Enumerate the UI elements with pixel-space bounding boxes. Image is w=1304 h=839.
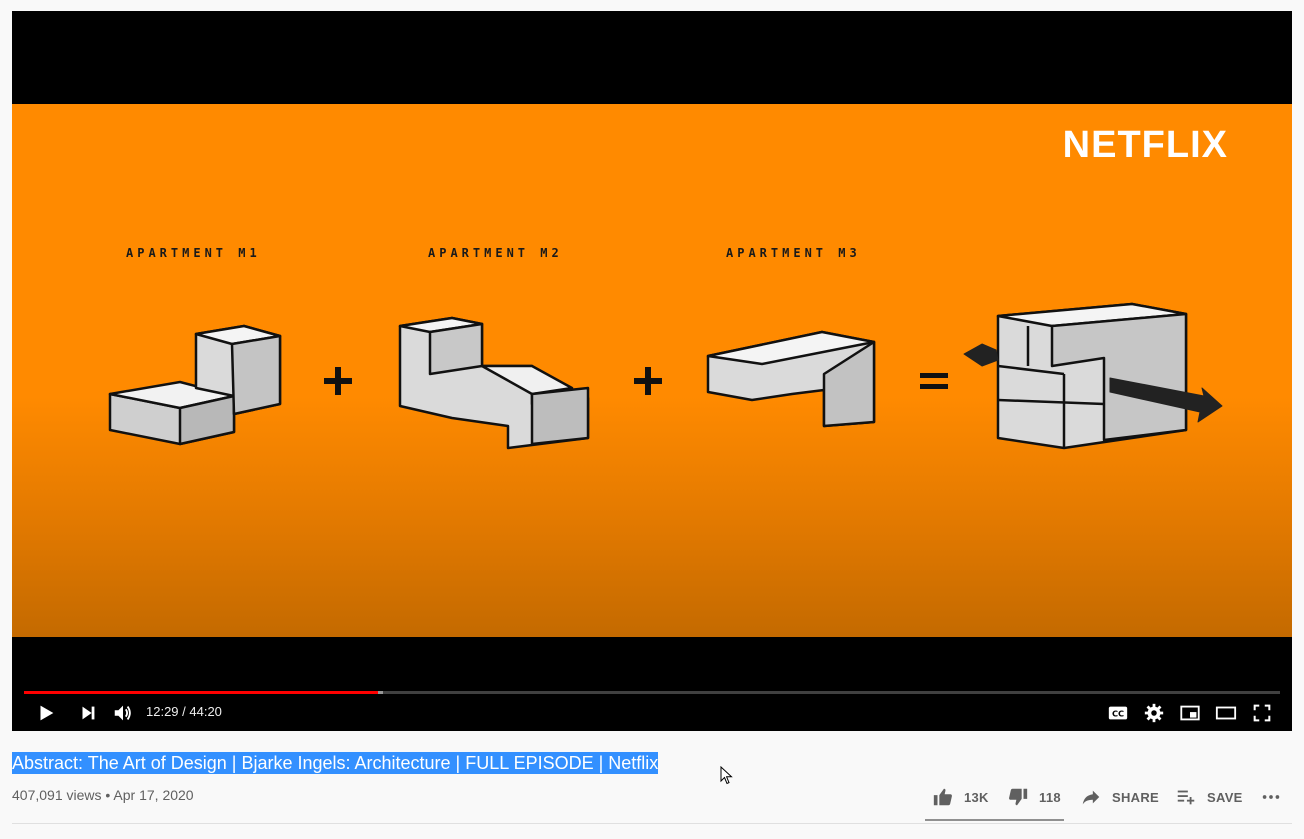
dislike-count: 118 [1039,789,1061,805]
gear-icon [1144,703,1164,723]
block-result [963,302,1223,450]
settings-button[interactable] [1136,701,1172,725]
miniplayer-button[interactable] [1172,701,1208,725]
share-label: SHARE [1112,789,1160,805]
save-label: SAVE [1207,789,1243,805]
block-m1 [108,324,282,446]
more-actions-button[interactable] [1260,785,1282,809]
thumbs-down-icon [1009,788,1028,806]
block-m2 [398,316,590,450]
like-count: 13K [964,789,989,805]
save-button[interactable]: SAVE [1175,785,1243,809]
mouse-cursor-icon [720,766,733,785]
share-button[interactable]: SHARE [1080,785,1159,809]
divider [12,823,1292,824]
block-m3 [706,330,876,428]
theater-icon [1215,706,1237,720]
fullscreen-button[interactable] [1244,701,1280,725]
captions-button[interactable]: CC [1100,701,1136,725]
next-icon [82,706,95,720]
next-button[interactable] [70,701,106,725]
theater-button[interactable] [1208,701,1244,725]
apartment-diagram [108,302,1223,450]
thumbs-up-icon [933,788,952,806]
video-player[interactable]: NETFLIX APARTMENT M1 APARTMENT M2 APARTM… [12,11,1292,731]
progress-bar[interactable] [24,691,1280,694]
svg-text:CC: CC [1112,709,1124,719]
volume-button[interactable] [105,701,141,725]
progress-played [24,691,379,694]
miniplayer-icon [1180,705,1200,721]
video-title: Abstract: The Art of Design | Bjarke Ing… [12,752,659,774]
fullscreen-icon [1253,704,1271,722]
share-icon [1082,790,1100,805]
like-button[interactable]: 13K [932,785,989,809]
captions-icon: CC [1108,706,1128,720]
dislike-button[interactable]: 118 [1007,785,1061,809]
play-icon [40,705,54,721]
play-button[interactable] [28,701,64,725]
video-meta: 407,091 views • Apr 17, 2020 [12,787,194,803]
video-frame: NETFLIX APARTMENT M1 APARTMENT M2 APARTM… [12,104,1292,637]
more-horizontal-icon [1262,795,1280,799]
volume-icon [114,705,131,721]
sentiment-bar [925,819,1064,821]
time-display: 12:29 / 44:20 [146,704,222,719]
playlist-add-icon [1177,790,1195,805]
